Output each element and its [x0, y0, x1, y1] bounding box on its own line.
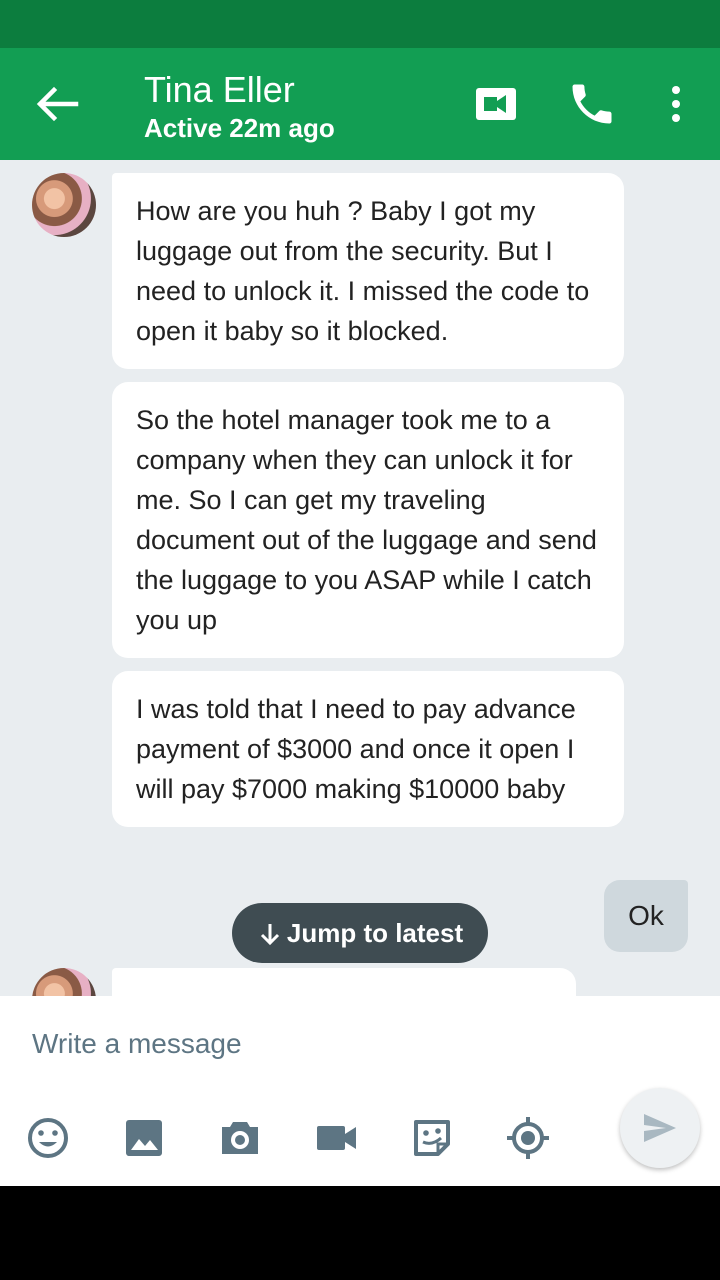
voice-call-button[interactable] [566, 78, 618, 130]
back-arrow-icon [36, 86, 79, 122]
video-call-icon [476, 88, 516, 120]
camera-icon [222, 1122, 258, 1154]
jump-to-latest-label: Jump to latest [286, 918, 464, 948]
video-button[interactable] [312, 1114, 360, 1162]
send-icon [644, 1114, 676, 1142]
contact-status: Active 22m ago [144, 113, 335, 143]
phone-icon [572, 84, 612, 124]
message-composer [0, 996, 720, 1186]
status-bar [0, 0, 720, 48]
location-icon [507, 1117, 549, 1159]
incoming-message[interactable]: So the hotel manager took me to a compan… [112, 382, 624, 658]
incoming-message[interactable]: How are you huh ? Baby I got my luggage … [112, 173, 624, 369]
more-options-button[interactable] [660, 82, 692, 126]
incoming-message[interactable]: I was told that I need to pay advance pa… [112, 671, 624, 827]
send-button[interactable] [620, 1088, 700, 1168]
location-button[interactable] [504, 1114, 552, 1162]
contact-avatar[interactable] [32, 173, 96, 237]
conversation[interactable]: How are you huh ? Baby I got my luggage … [0, 160, 720, 996]
message-input[interactable] [32, 1024, 552, 1064]
back-button[interactable] [30, 82, 82, 126]
contact-name[interactable]: Tina Eller [144, 70, 295, 110]
jump-to-latest-button[interactable]: Jump to latest [232, 903, 488, 963]
camera-button[interactable] [216, 1114, 264, 1162]
emoji-button[interactable] [24, 1114, 72, 1162]
emoji-icon [28, 1118, 68, 1158]
video-icon [317, 1126, 356, 1150]
app-bar: Tina Eller Active 22m ago [0, 48, 720, 160]
video-call-button[interactable] [470, 80, 522, 128]
sticker-icon [414, 1120, 450, 1156]
system-nav-bar [0, 1186, 720, 1280]
contact-avatar[interactable] [32, 968, 96, 996]
more-vert-icon [672, 86, 680, 122]
gallery-button[interactable] [120, 1114, 168, 1162]
incoming-message-partial[interactable] [112, 968, 576, 996]
image-icon [126, 1120, 162, 1156]
outgoing-message[interactable]: Ok [604, 880, 688, 952]
sticker-button[interactable] [408, 1114, 456, 1162]
arrow-down-icon [260, 924, 279, 946]
